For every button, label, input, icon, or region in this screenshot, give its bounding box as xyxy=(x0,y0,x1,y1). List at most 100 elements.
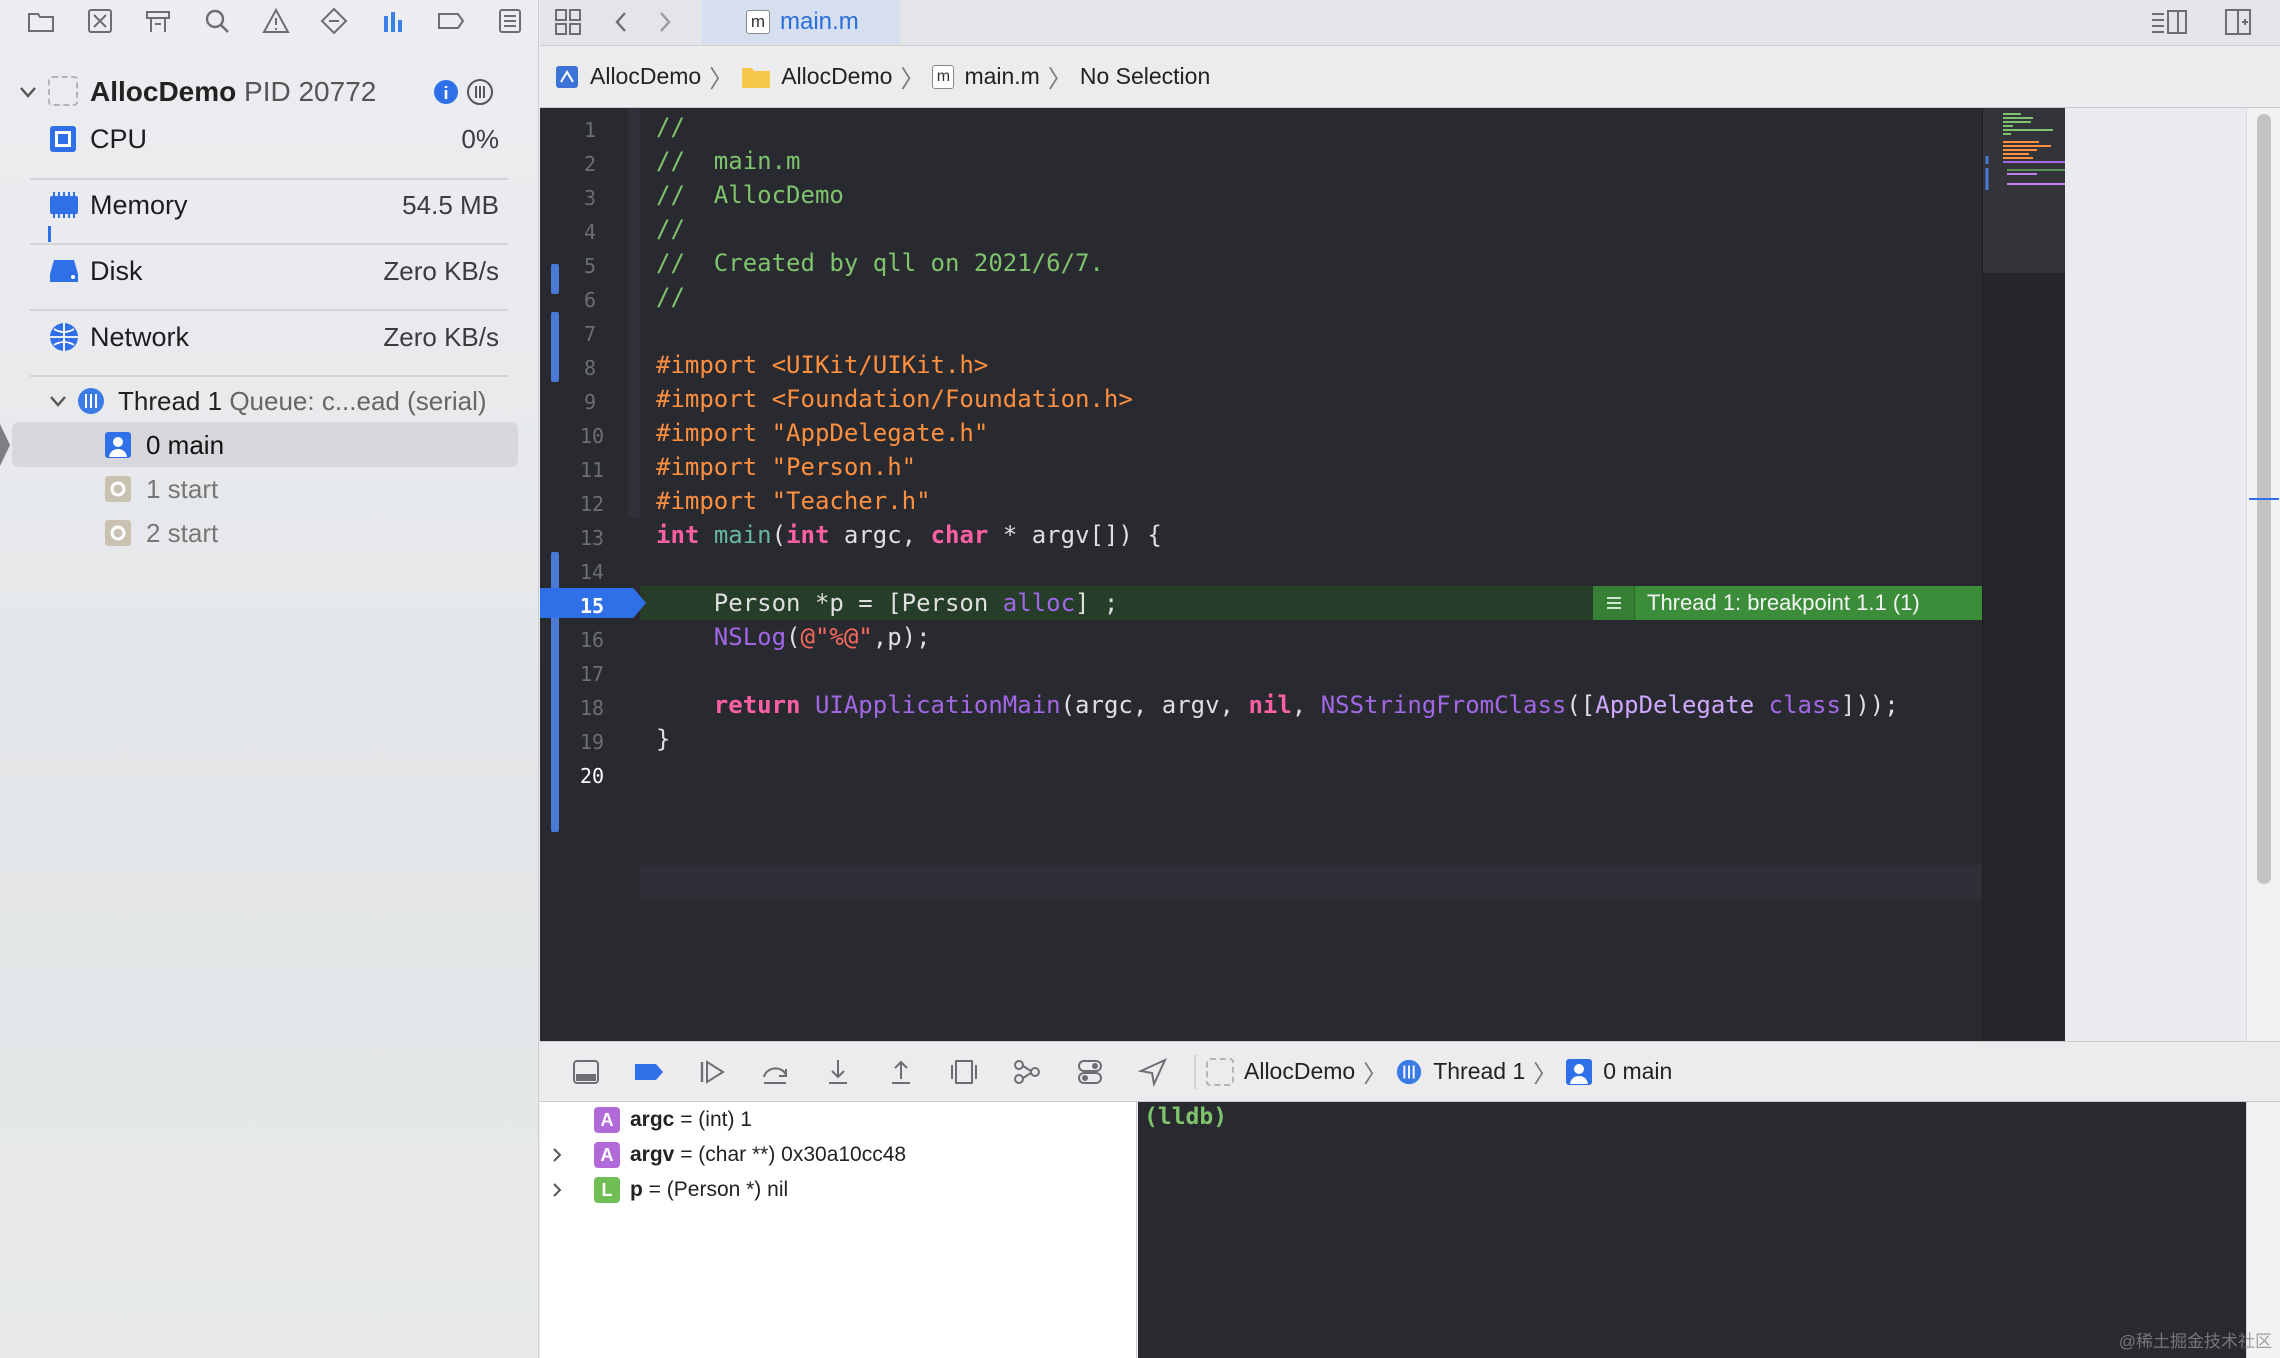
scroll-position-marker xyxy=(2249,498,2279,500)
grid-icon[interactable] xyxy=(554,8,582,36)
folder-icon[interactable] xyxy=(12,0,71,42)
app-icon xyxy=(1206,1057,1234,1086)
code-line[interactable]: } xyxy=(656,725,670,753)
source-editor[interactable]: 1 2 3 4 5 6 7 8 9 10 11 12 13 14 15 16 1… xyxy=(540,108,2065,1041)
breadcrumb-file[interactable]: m main.m xyxy=(932,63,1040,90)
minimap-code-preview xyxy=(1985,113,2065,190)
gauge-value: 54.5 MB xyxy=(402,189,499,220)
memory-graph-icon[interactable] xyxy=(995,1043,1058,1101)
thread-queue: Queue: c...ead (serial) xyxy=(229,385,487,416)
view-hierarchy-icon[interactable] xyxy=(932,1043,995,1101)
gauge-value: 0% xyxy=(461,123,499,154)
console-prompt: (lldb) xyxy=(1144,1104,1228,1130)
breakpoints-toggle-icon[interactable] xyxy=(617,1043,680,1101)
change-bar xyxy=(551,264,559,294)
chevron-down-icon[interactable] xyxy=(18,82,38,102)
disclosure-chevron-icon[interactable] xyxy=(548,1181,566,1199)
gauge-cpu[interactable]: CPU 0% xyxy=(0,118,539,160)
breadcrumb-label: 0 main xyxy=(1603,1058,1673,1084)
code-line[interactable]: NSLog(@"%@",p); xyxy=(656,623,931,651)
divider xyxy=(1194,1054,1196,1089)
environment-overrides-icon[interactable] xyxy=(1058,1043,1121,1101)
simulate-location-icon[interactable] xyxy=(1121,1043,1184,1101)
annotation-menu-icon[interactable] xyxy=(1593,586,1635,620)
code-line[interactable]: // AllocDemo xyxy=(656,181,844,209)
variable-row[interactable]: A argv = (char **) 0x30a10cc48 xyxy=(548,1138,906,1172)
add-editor-icon[interactable] xyxy=(2224,8,2252,36)
step-out-icon[interactable] xyxy=(869,1043,932,1101)
code-line[interactable]: int main(int argc, char * argv[]) { xyxy=(656,521,1162,549)
line-number: 16 xyxy=(580,628,605,652)
line-number: 2 xyxy=(583,152,596,176)
breadcrumb-selection[interactable]: No Selection xyxy=(1080,63,1210,90)
chevron-down-icon[interactable] xyxy=(48,391,68,411)
code-line[interactable]: Person *p = [Person alloc] ; xyxy=(656,589,1119,617)
back-arrow-icon[interactable] xyxy=(610,10,634,34)
step-over-icon[interactable] xyxy=(743,1043,806,1101)
divider xyxy=(30,178,508,180)
chevron-right-icon: 〉 xyxy=(1533,1061,1558,1088)
debug-breadcrumb-thread[interactable]: Thread 1 xyxy=(1395,1058,1525,1086)
argument-badge-icon: A xyxy=(594,1107,620,1133)
memory-sparkline xyxy=(48,226,51,242)
variable-row[interactable]: L p = (Person *) nil xyxy=(548,1173,788,1207)
line-number: 5 xyxy=(583,254,596,278)
gauge-label: CPU xyxy=(90,123,148,154)
navigator-toolbar xyxy=(0,0,539,42)
forward-arrow-icon[interactable] xyxy=(652,10,676,34)
gauge-memory[interactable]: Memory 54.5 MB xyxy=(0,184,539,226)
gauge-network[interactable]: Network Zero KB/s xyxy=(0,316,539,358)
minimap[interactable] xyxy=(1982,108,2065,1041)
breadcrumb-project[interactable]: AllocDemo xyxy=(554,63,701,90)
hide-debug-area-icon[interactable] xyxy=(554,1043,617,1101)
test-diamond-icon[interactable] xyxy=(305,0,364,42)
process-row[interactable]: AllocDemo PID 20772 xyxy=(0,72,539,112)
code-line[interactable]: #import <Foundation/Foundation.h> xyxy=(656,385,1133,413)
lldb-console[interactable]: (lldb) xyxy=(1138,1102,2246,1358)
debug-navigator-icon[interactable] xyxy=(363,0,422,42)
frame-row-start-1[interactable]: 1 start xyxy=(0,468,539,510)
code-line[interactable]: // xyxy=(656,113,685,141)
continue-icon[interactable] xyxy=(680,1043,743,1101)
gauge-disk[interactable]: Disk Zero KB/s xyxy=(0,250,539,292)
gauge-value: Zero KB/s xyxy=(383,321,499,352)
debug-breadcrumb-frame[interactable]: 0 main xyxy=(1565,1058,1672,1086)
console-scrollbar[interactable] xyxy=(2246,1102,2280,1358)
code-line[interactable]: // xyxy=(656,283,685,311)
tab-main-m[interactable]: m main.m xyxy=(702,0,900,44)
warning-icon[interactable] xyxy=(246,0,305,42)
line-number: 13 xyxy=(580,526,605,550)
line-number: 11 xyxy=(580,458,605,482)
code-line[interactable]: #import "AppDelegate.h" xyxy=(656,419,988,447)
source-control-icon[interactable] xyxy=(71,0,130,42)
info-badge-icon[interactable] xyxy=(432,78,460,106)
code-line[interactable]: return UIApplicationMain(argc, argv, nil… xyxy=(656,691,1899,719)
report-navigator-icon[interactable] xyxy=(481,0,540,42)
symbol-navigator-icon[interactable] xyxy=(129,0,188,42)
breadcrumb-label: AllocDemo xyxy=(590,63,702,89)
code-line[interactable]: #import "Person.h" xyxy=(656,453,916,481)
code-line[interactable]: #import "Teacher.h" xyxy=(656,487,931,515)
cpu-icon xyxy=(50,126,76,152)
code-line[interactable]: // Created by qll on 2021/6/7. xyxy=(656,249,1104,277)
frame-row-main[interactable]: 0 main xyxy=(0,424,539,466)
thread-badge-icon[interactable] xyxy=(466,78,494,106)
disk-icon xyxy=(50,260,78,282)
editor-vertical-scrollbar[interactable] xyxy=(2246,108,2280,1041)
step-into-icon[interactable] xyxy=(806,1043,869,1101)
line-number: 18 xyxy=(580,696,605,720)
disclosure-chevron-icon[interactable] xyxy=(548,1146,566,1164)
search-icon[interactable] xyxy=(188,0,247,42)
frame-row-start-2[interactable]: 2 start xyxy=(0,512,539,554)
breakpoint-navigator-icon[interactable] xyxy=(422,0,481,42)
code-line[interactable]: // xyxy=(656,215,685,243)
debug-breadcrumb-app[interactable]: AllocDemo xyxy=(1206,1057,1355,1086)
variable-row[interactable]: A argc = (int) 1 xyxy=(576,1103,752,1137)
breadcrumb-group[interactable]: AllocDemo xyxy=(741,63,892,90)
code-line[interactable]: #import <UIKit/UIKit.h> xyxy=(656,351,988,379)
thread-row[interactable]: Thread 1 Queue: c...ead (serial) xyxy=(0,380,539,422)
variables-view[interactable]: A argc = (int) 1 A argv = (char **) 0x30… xyxy=(540,1102,1137,1358)
inspector-toggle-icon[interactable] xyxy=(2150,8,2188,36)
code-line[interactable]: // main.m xyxy=(656,147,801,175)
breakpoint-annotation[interactable]: Thread 1: breakpoint 1.1 (1) xyxy=(1593,586,1982,620)
